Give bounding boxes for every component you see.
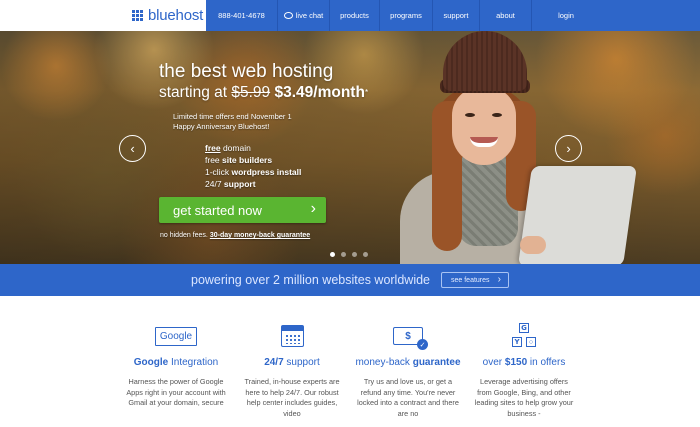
- chevron-right-icon: ›: [310, 200, 316, 217]
- logo-text: bluehost: [148, 7, 204, 24]
- carousel-dot-1[interactable]: [330, 252, 335, 257]
- get-started-label: get started now: [173, 202, 262, 218]
- feature-title: money-back guarantee: [355, 357, 461, 368]
- get-started-button[interactable]: get started now ›: [159, 197, 326, 223]
- carousel-dot-2[interactable]: [341, 252, 346, 257]
- offer-logo-icon: 𝗬: [512, 337, 522, 347]
- hero-title: the best web hosting: [159, 61, 334, 82]
- nav-products[interactable]: products: [329, 0, 379, 31]
- offer-logo-icon: ○: [526, 337, 536, 347]
- offers-icon: 𝗚 𝗬 ○: [464, 323, 584, 349]
- money-icon: $ ✓: [348, 323, 468, 350]
- hero-banner: the best web hosting starting at $5.99 $…: [0, 31, 700, 264]
- logo-grid-icon: [132, 10, 143, 21]
- feature-description: Leverage advertising offers from Google,…: [474, 377, 574, 418]
- carousel-dot-3[interactable]: [352, 252, 357, 257]
- feature-free-domain: free domain: [205, 143, 251, 153]
- stats-text: powering over 2 million websites worldwi…: [191, 273, 430, 287]
- nav-live-chat-label: live chat: [295, 11, 324, 20]
- chevron-right-icon: ›: [566, 141, 571, 156]
- feature-description: Try us and love us, or get a refund any …: [357, 377, 459, 418]
- feature-support: 24/7 support: [205, 179, 256, 189]
- features-section: Google Google Integration Harness the po…: [0, 296, 700, 427]
- hero-price: starting at $5.99 $3.49/month*: [159, 83, 368, 102]
- feature-title: 24/7 support: [264, 357, 320, 368]
- main-nav: 888-401-4678 live chat products programs…: [206, 0, 700, 31]
- feature-title: Google Integration: [133, 357, 219, 368]
- new-price: $3.49/month: [274, 84, 365, 101]
- nav-login[interactable]: login: [531, 0, 600, 31]
- feature-site-builders: free site builders: [205, 155, 273, 165]
- offer-line-1: Limited time offers end November 1: [173, 112, 292, 121]
- nav-support[interactable]: support: [432, 0, 479, 31]
- google-icon: Google: [116, 323, 236, 349]
- feature-support: 24/7 support Trained, in-house experts a…: [232, 296, 352, 419]
- calendar-icon: [232, 323, 352, 349]
- old-price: $5.99: [231, 84, 271, 101]
- feature-offers: 𝗚 𝗬 ○ over $150 in offers Leverage adver…: [464, 296, 584, 419]
- stats-band: powering over 2 million websites worldwi…: [0, 264, 700, 296]
- feature-description: Harness the power of Google Apps right i…: [126, 377, 226, 407]
- hero-woman-photo: [380, 31, 638, 264]
- guarantee-note: no hidden fees. 30-day money-back guaran…: [160, 232, 310, 239]
- hero-features-list: free domain free site builders 1-click w…: [205, 142, 301, 190]
- nav-phone[interactable]: 888-401-4678: [206, 0, 277, 31]
- feature-title: over $150 in offers: [482, 357, 566, 368]
- carousel-dot-4[interactable]: [363, 252, 368, 257]
- chevron-right-icon: ›: [497, 274, 501, 285]
- carousel-prev-button[interactable]: ‹: [119, 135, 146, 162]
- see-features-label: see features: [451, 276, 490, 284]
- price-asterisk: *: [364, 88, 369, 97]
- see-features-button[interactable]: see features ›: [441, 272, 509, 288]
- starting-at-text: starting at: [159, 84, 228, 101]
- logo[interactable]: bluehost: [0, 0, 206, 31]
- carousel-indicators: [330, 252, 374, 257]
- site-header: bluehost 888-401-4678 live chat products…: [0, 0, 700, 31]
- feature-money-back: $ ✓ money-back guarantee Try us and love …: [348, 296, 468, 419]
- chevron-left-icon: ‹: [130, 141, 135, 156]
- hero-headline: the best web hosting starting at $5.99 $…: [159, 61, 368, 102]
- nav-programs[interactable]: programs: [379, 0, 432, 31]
- chat-bubble-icon: [283, 12, 293, 19]
- offer-logo-icon: 𝗚: [519, 323, 529, 333]
- money-back-guarantee-link[interactable]: 30-day money-back guarantee: [210, 232, 310, 239]
- feature-description: Trained, in-house experts are here to he…: [244, 377, 340, 418]
- nav-live-chat[interactable]: live chat: [277, 0, 329, 31]
- feature-google-integration: Google Google Integration Harness the po…: [116, 296, 236, 409]
- check-icon: ✓: [417, 339, 428, 350]
- offer-notice: Limited time offers end November 1 Happy…: [173, 112, 292, 132]
- feature-wordpress-install: 1-click wordpress install: [205, 167, 302, 177]
- nav-about[interactable]: about: [479, 0, 531, 31]
- no-hidden-fees-text: no hidden fees.: [160, 232, 208, 239]
- offer-line-2: Happy Anniversary Bluehost!: [173, 122, 270, 131]
- carousel-next-button[interactable]: ›: [555, 135, 582, 162]
